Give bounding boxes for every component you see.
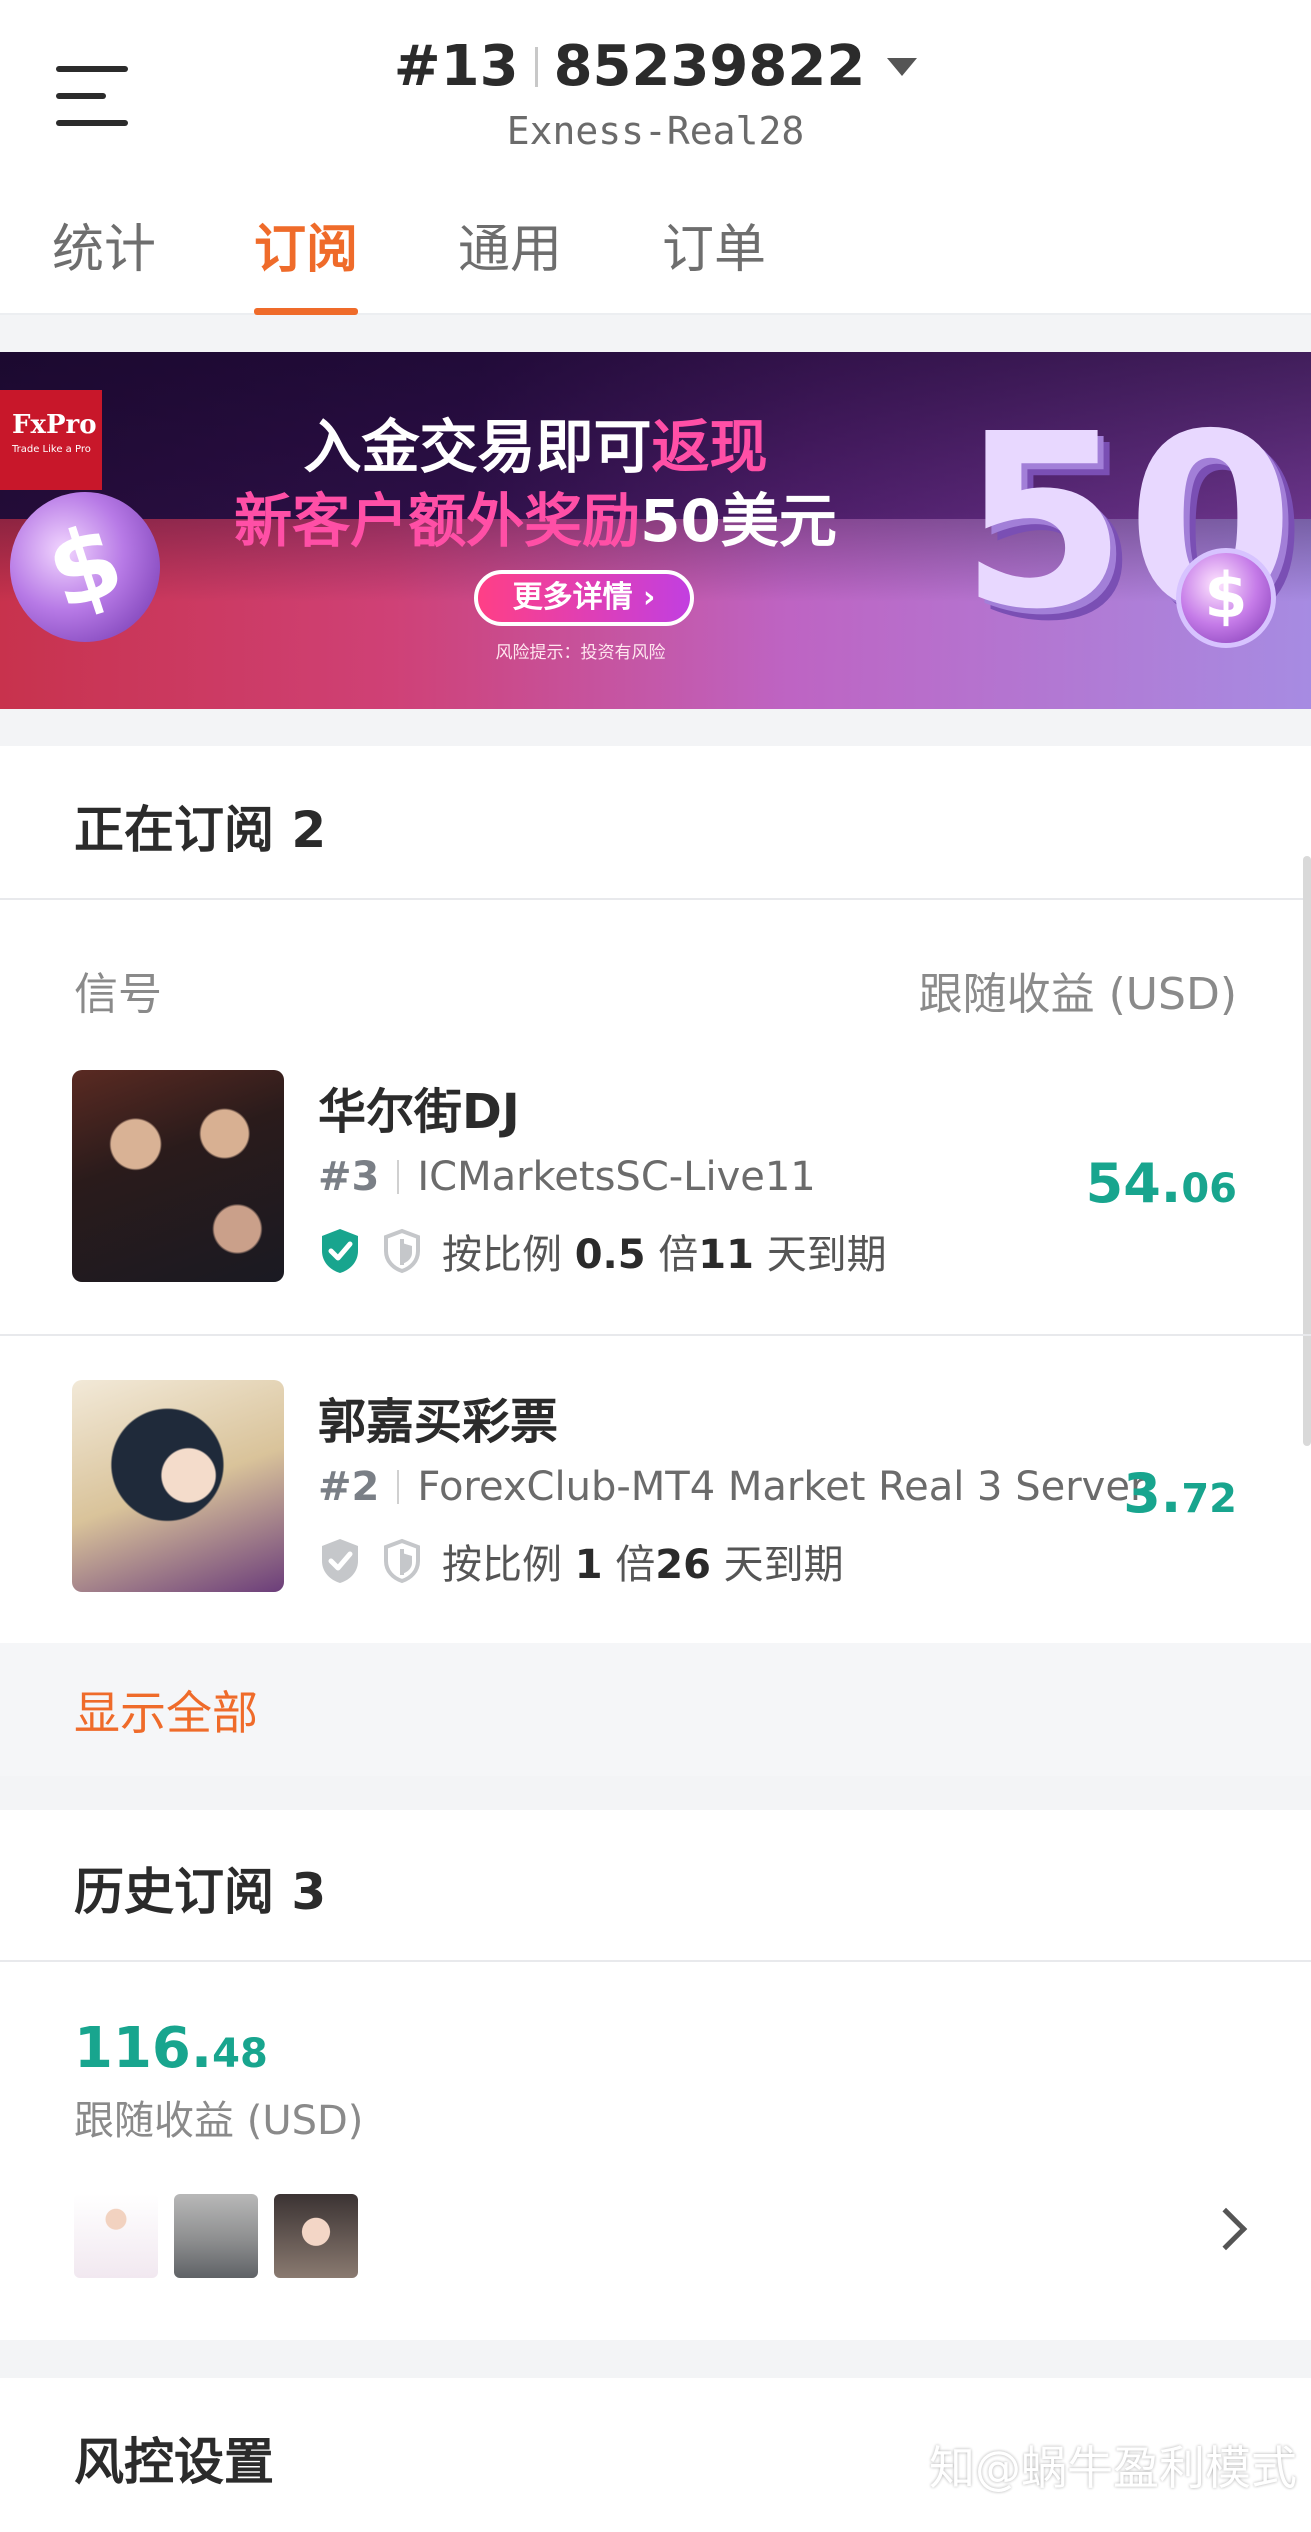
app-header: #13 85239822 Exness-Real28 统计 订阅 通用 订单: [0, 0, 1311, 315]
ratio-value: 1: [574, 1542, 603, 1588]
history-signal-avatar: [174, 2194, 258, 2278]
ratio-unit: 倍: [658, 1232, 699, 1278]
tab-label: 订单: [662, 220, 767, 280]
section-title: 历史订阅 3: [74, 1863, 327, 1921]
days-remaining: 26: [655, 1542, 711, 1588]
show-all-label: 显示全部: [74, 1686, 258, 1740]
history-subscriptions-card[interactable]: 历史订阅 3 116.48 跟随收益 (USD): [0, 1810, 1311, 2340]
account-number: 85239822: [553, 34, 866, 99]
account-separator: [534, 46, 538, 87]
signal-rank-server: #3 ICMarketsSC-Live11: [318, 1154, 816, 1200]
signal-server: ICMarketsSC-Live11: [417, 1154, 816, 1200]
days-remaining: 11: [698, 1232, 754, 1278]
history-signal-avatar: [74, 2194, 158, 2278]
tab-label: 通用: [458, 220, 563, 280]
subscription-row[interactable]: 郭嘉买彩票 #2 ForexClub-MT4 Market Real 3 Ser…: [0, 1366, 1311, 1676]
dollar-coin-icon: $: [1176, 548, 1276, 648]
ratio-prefix: 按比例: [442, 1542, 562, 1588]
tab-subscriptions[interactable]: 订阅: [254, 210, 359, 315]
show-all-button[interactable]: 显示全部: [0, 1643, 1311, 1776]
history-signal-avatar: [274, 2194, 358, 2278]
protection-shield-icon: [380, 1227, 424, 1275]
caret-down-icon[interactable]: [887, 57, 918, 76]
subscription-terms: 按比例 1 倍26 天到期: [318, 1532, 844, 1590]
protection-shield-icon: [380, 1537, 424, 1585]
chevron-right-icon[interactable]: [1204, 2207, 1248, 2251]
subscription-row[interactable]: 华尔街DJ #3 ICMarketsSC-Live11 按比例 0.5 倍11 …: [0, 1056, 1311, 1366]
days-suffix: 天到期: [766, 1232, 887, 1278]
signal-avatar: [72, 1070, 284, 1282]
tab-label: 统计: [52, 220, 157, 280]
tab-orders[interactable]: 订单: [662, 210, 766, 315]
account-switcher[interactable]: #13 85239822: [394, 34, 918, 99]
subscriptions-page: #13 85239822 Exness-Real28 统计 订阅 通用 订单 F…: [0, 0, 1311, 2532]
tab-general[interactable]: 通用: [458, 210, 562, 315]
verified-shield-icon: [318, 1227, 362, 1275]
promo-banner[interactable]: FxPro Trade Like a Pro $ 入金交易即可返现 新客户额外奖…: [0, 352, 1311, 709]
active-subscriptions-card: 正在订阅 2 信号 跟随收益 (USD) 华尔街DJ #3 ICMarketsS…: [0, 746, 1311, 1776]
history-profit-label: 跟随收益 (USD): [74, 2098, 364, 2144]
account-server: Exness-Real28: [506, 109, 805, 153]
ratio-unit: 倍: [615, 1542, 656, 1588]
signal-rank-server: #2 ForexClub-MT4 Market Real 3 Server: [318, 1464, 1146, 1510]
follow-profit: 3.72: [1123, 1462, 1237, 1525]
column-header-profit: 跟随收益 (USD): [918, 969, 1237, 1020]
signal-avatar: [72, 1380, 284, 1592]
tab-statistics[interactable]: 统计: [52, 210, 156, 315]
banner-details-button[interactable]: 更多详情 ›: [474, 570, 694, 626]
unverified-shield-icon: [318, 1537, 362, 1585]
history-total-profit: 116.48: [74, 2016, 268, 2081]
signal-name: 华尔街DJ: [318, 1084, 520, 1140]
signal-rank: #3: [318, 1154, 380, 1200]
watermark: 知@蜗牛盈利模式: [929, 2441, 1297, 2495]
section-title: 风控设置: [74, 2433, 274, 2491]
tab-bar: 统计 订阅 通用 订单: [0, 210, 1311, 315]
signal-name: 郭嘉买彩票: [318, 1394, 559, 1450]
ratio-prefix: 按比例: [442, 1232, 562, 1278]
section-title: 正在订阅 2: [74, 801, 327, 859]
tab-label: 订阅: [254, 220, 359, 280]
subscription-terms: 按比例 0.5 倍11 天到期: [318, 1222, 887, 1280]
signal-rank: #2: [318, 1464, 380, 1510]
column-header-signal: 信号: [74, 969, 162, 1020]
ratio-value: 0.5: [574, 1232, 646, 1278]
signal-server: ForexClub-MT4 Market Real 3 Server: [417, 1464, 1147, 1510]
active-tab-indicator: [254, 308, 359, 315]
account-rank: #13: [393, 34, 519, 99]
account-selector[interactable]: #13 85239822 Exness-Real28: [0, 34, 1311, 153]
days-suffix: 天到期: [723, 1542, 844, 1588]
follow-profit: 54.06: [1085, 1152, 1237, 1215]
